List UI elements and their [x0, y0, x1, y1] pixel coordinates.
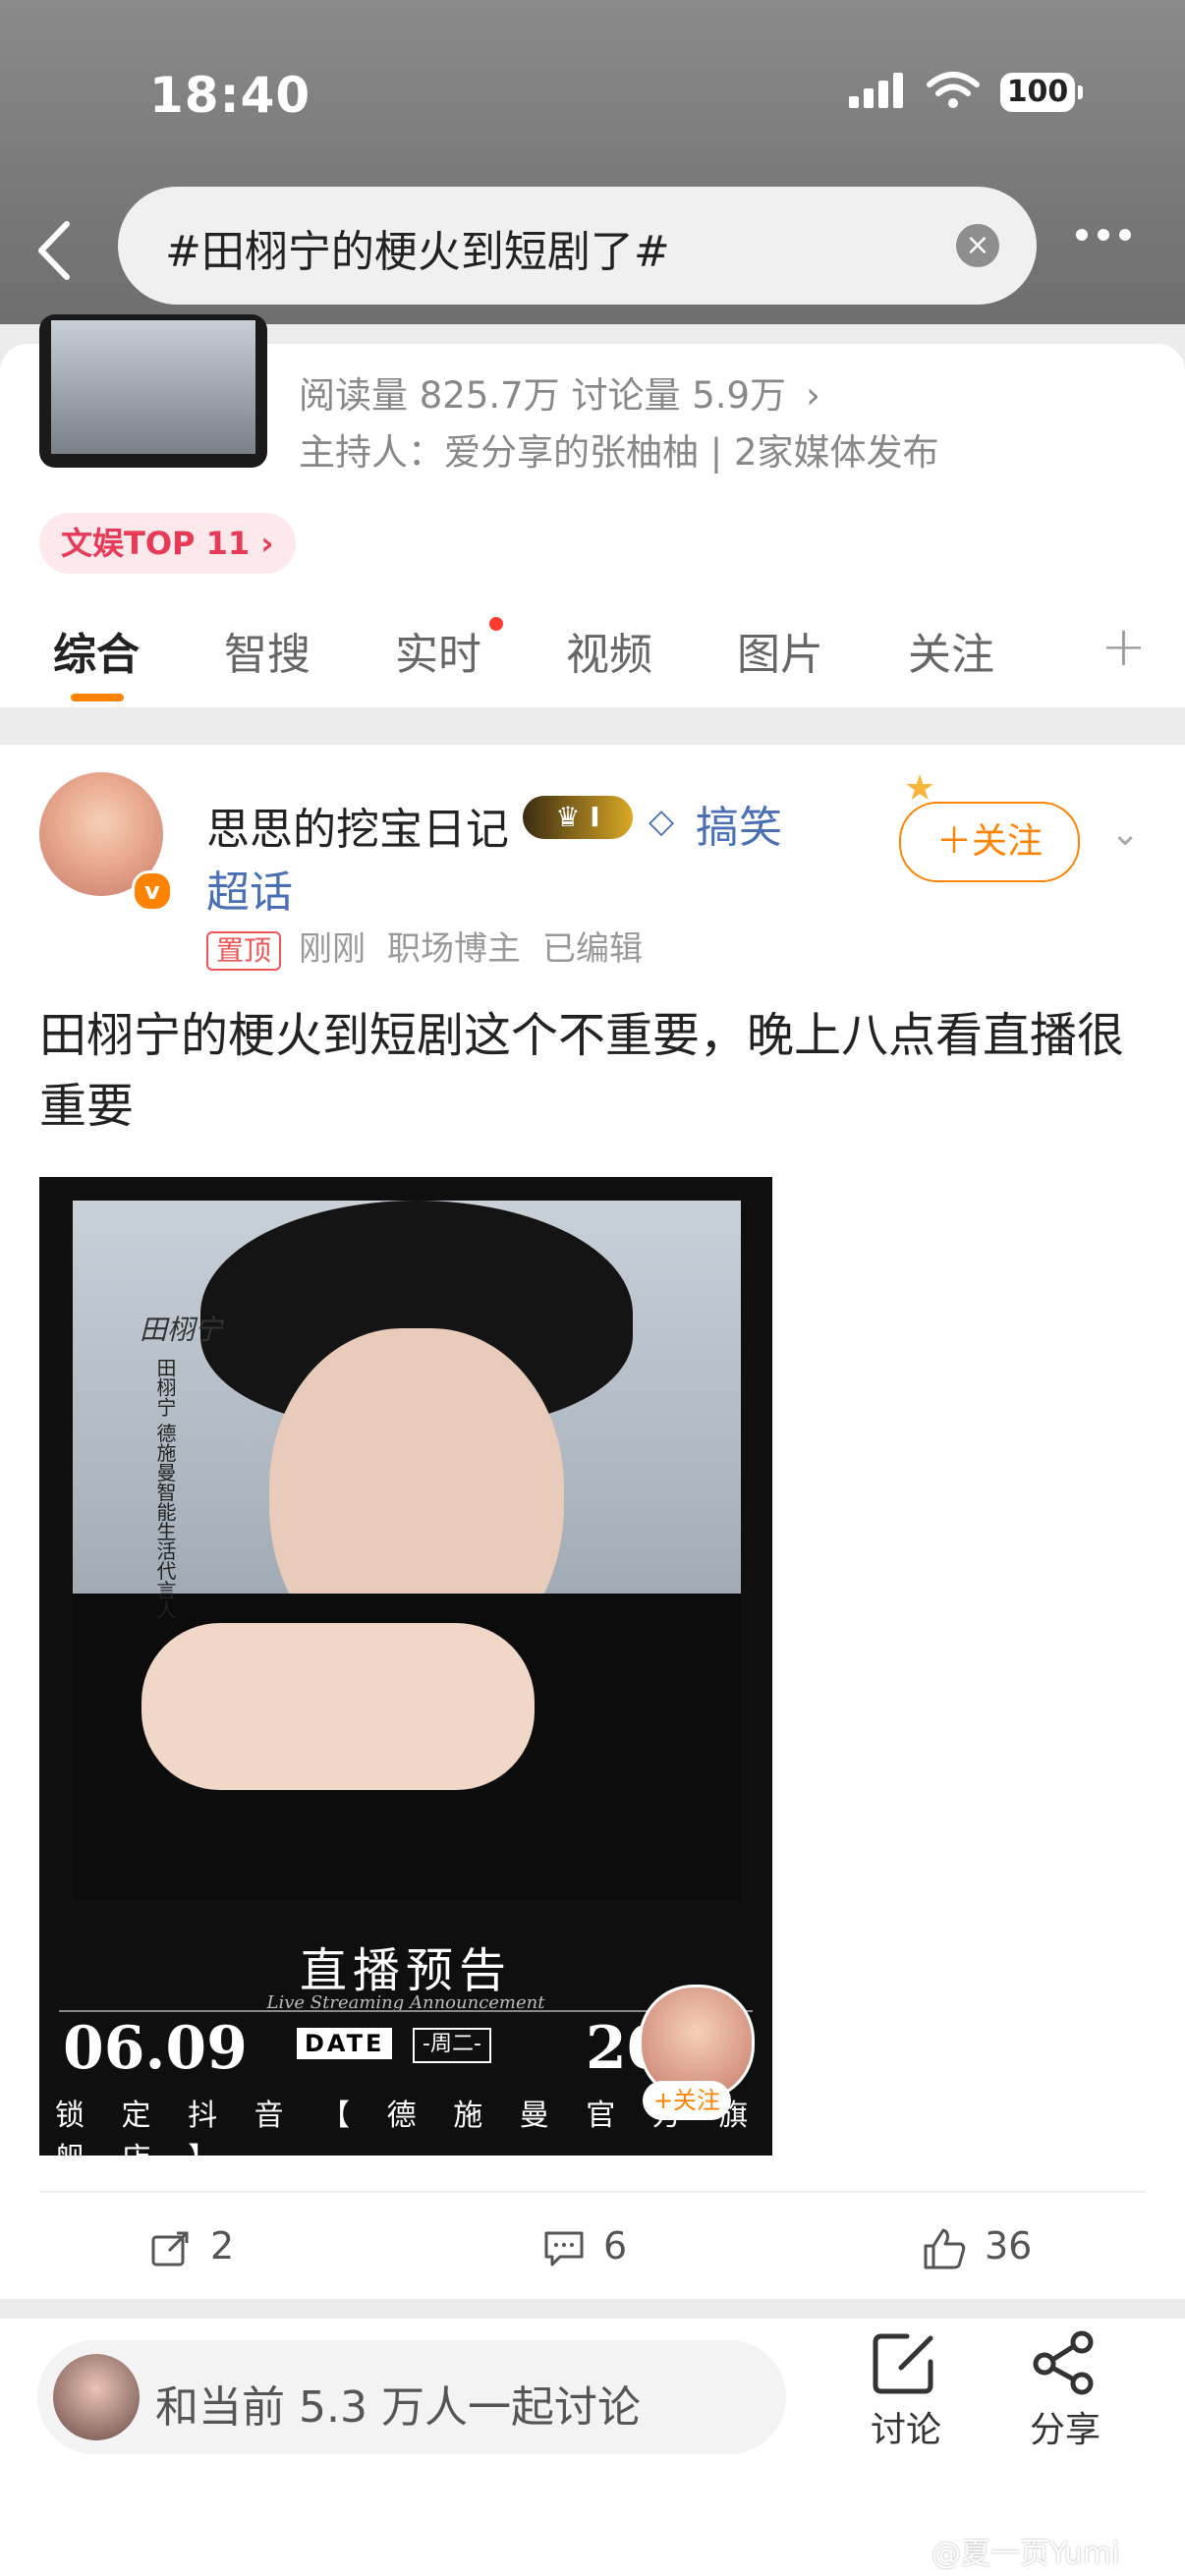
more-options-icon[interactable]: [1076, 226, 1155, 265]
cellular-signal-icon: [849, 73, 903, 108]
repost-button[interactable]: 2: [149, 2224, 234, 2268]
comment-count: 6: [603, 2224, 628, 2268]
thumbs-up-icon: [924, 2228, 966, 2268]
post-meta: 置顶 刚刚 职场博主 已编辑: [206, 922, 664, 971]
endorsement-text: 田栩宁 德施曼智能生活代言人: [153, 1358, 177, 1620]
post-image[interactable]: 田栩宁 田栩宁 德施曼智能生活代言人 直播预告 Live Streaming A…: [39, 1177, 772, 2156]
share-icon: [1033, 2330, 1094, 2395]
post-role: 职场博主: [387, 929, 522, 969]
clear-icon[interactable]: ×: [956, 224, 999, 267]
discussion-input[interactable]: 和当前 5.3 万人一起讨论: [37, 2340, 786, 2454]
crown-icon: ♛: [555, 801, 591, 833]
post-edited[interactable]: 已编辑: [542, 929, 643, 969]
topic-stats-text: 阅读量 825.7万 讨论量 5.9万: [299, 374, 787, 417]
nav-bar: #田栩宁的梗火到短剧了# ×: [0, 187, 1185, 314]
wifi-icon: [927, 72, 980, 108]
repost-icon: [151, 2231, 189, 2266]
discussion-placeholder: 和当前 5.3 万人一起讨论: [155, 2382, 641, 2433]
back-arrow-icon[interactable]: [28, 216, 86, 285]
post-username[interactable]: 思思的挖宝日记: [206, 794, 509, 857]
tab-video[interactable]: 视频: [566, 619, 652, 682]
comment-icon: [544, 2231, 584, 2266]
repost-count: 2: [210, 2224, 235, 2268]
topic-host[interactable]: 主持人：爱分享的张柚柚 | 2家媒体发布: [299, 422, 939, 476]
topic-header-card: 阅读量 825.7万 讨论量 5.9万 › 主持人：爱分享的张柚柚 | 2家媒体发…: [0, 314, 1185, 707]
compose-icon: [873, 2333, 933, 2394]
pinned-badge: 置顶: [206, 931, 282, 971]
discuss-label: 讨论: [870, 2410, 941, 2450]
diamond-icon: ◇: [649, 802, 675, 841]
active-tab-indicator: [71, 694, 124, 701]
search-input[interactable]: #田栩宁的梗火到短剧了# ×: [118, 187, 1037, 305]
share-button[interactable]: 分享: [1006, 2330, 1124, 2452]
chevron-down-icon[interactable]: ⌄: [1110, 813, 1140, 854]
battery-indicator: 100: [1000, 73, 1083, 112]
tab-comprehensive[interactable]: 综合: [53, 619, 140, 682]
signature-text: 田栩宁: [140, 1314, 223, 1346]
date-label: DATE: [297, 2028, 393, 2059]
tab-images[interactable]: 图片: [737, 619, 823, 682]
share-label: 分享: [1029, 2410, 1100, 2450]
filter-tabs: 综合 智搜 实时 视频 图片 关注 +: [0, 615, 1185, 707]
portrait-photo: 田栩宁 田栩宁 德施曼智能生活代言人: [73, 1201, 741, 1900]
post-card: v 思思的挖宝日记 ♛ I ◇ 搞笑 超话 置顶 刚刚 职场博主 已编辑 ★ ＋关注 …: [0, 745, 1185, 2299]
ranking-badge[interactable]: 文娱TOP 11 ›: [39, 513, 296, 574]
chevron-right-icon: ›: [806, 374, 820, 417]
verified-badge-icon: v: [132, 870, 173, 912]
post-actions: 2 6 36: [39, 2191, 1146, 2311]
tab-smart-search[interactable]: 智搜: [224, 619, 310, 682]
like-button[interactable]: 36: [922, 2224, 1032, 2269]
search-query-text: #田栩宁的梗火到短剧了#: [165, 227, 670, 277]
crown-level: I: [590, 801, 600, 833]
post-content[interactable]: 田栩宁的梗火到短剧这个不重要，晚上八点看直播很重要: [39, 1000, 1150, 1142]
avatar: [53, 2354, 140, 2440]
comment-button[interactable]: 6: [542, 2224, 627, 2268]
topic-thumbnail-photo: [51, 320, 255, 454]
follow-button[interactable]: ＋关注: [899, 802, 1080, 882]
tab-realtime[interactable]: 实时: [395, 619, 481, 682]
new-content-dot: [489, 617, 503, 631]
weekday-label: -周二-: [413, 2028, 491, 2063]
post-time: 刚刚: [299, 929, 367, 969]
status-time: 18:40: [149, 67, 311, 124]
live-announcement-title: 直播预告: [299, 1943, 512, 1998]
status-bar: 18:40 100: [0, 59, 1185, 138]
topic-stats[interactable]: 阅读量 825.7万 讨论量 5.9万 ›: [299, 365, 820, 419]
member-crown-badge[interactable]: ♛ I: [523, 796, 633, 839]
topic-thumbnail[interactable]: [39, 314, 267, 468]
discuss-button[interactable]: 讨论: [847, 2330, 965, 2452]
supertopic-link[interactable]: 超话: [206, 857, 293, 920]
watermark: @夏一页Yumi: [931, 2537, 1120, 2571]
tag-link[interactable]: 搞笑: [696, 792, 782, 855]
hands-shape: [141, 1623, 535, 1790]
tab-following[interactable]: 关注: [908, 619, 994, 682]
floating-follow-button[interactable]: +关注: [643, 2081, 731, 2120]
add-tab-icon[interactable]: +: [1100, 615, 1147, 679]
live-date: 06.09: [63, 2014, 248, 2083]
like-count: 36: [985, 2224, 1033, 2268]
